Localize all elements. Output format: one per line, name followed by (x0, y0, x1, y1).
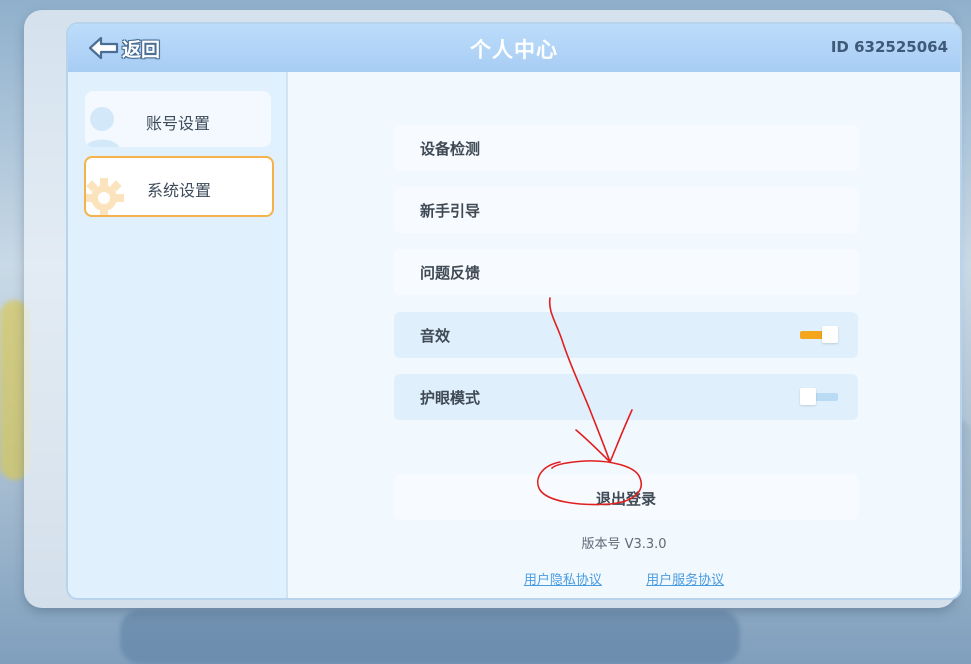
sidebar-item-label: 账号设置 (145, 114, 210, 133)
settings-content: 设备检测 新手引导 问题反馈 音效 护眼模式 退出登录 版本号 V3.3.0 用… (288, 72, 960, 598)
tutorial-row[interactable]: 新手引导 (394, 187, 858, 233)
version-text: 版本号 V3.3.0 (581, 537, 667, 552)
sound-effects-toggle[interactable] (800, 326, 838, 343)
sidebar-item-label: 系统设置 (146, 181, 211, 200)
eye-care-mode-row: 护眼模式 (394, 374, 858, 420)
privacy-policy-link[interactable]: 用户隐私协议 (524, 573, 602, 588)
logout-label: 退出登录 (595, 490, 656, 508)
row-label: 音效 (420, 327, 451, 345)
feedback-row[interactable]: 问题反馈 (394, 249, 858, 295)
device-check-row[interactable]: 设备检测 (394, 125, 858, 171)
background-scenery-bottom (120, 610, 740, 664)
logout-button[interactable]: 退出登录 (394, 474, 858, 520)
agreement-links: 用户隐私协议 用户服务协议 (288, 569, 960, 588)
row-label: 问题反馈 (420, 264, 481, 282)
toggle-knob (822, 326, 838, 343)
personal-center-panel: 返回 个人中心 ID 632525064 账号设置 系统设置 设备检测 新手引导… (66, 22, 962, 600)
sidebar-item-account-settings[interactable]: 账号设置 (85, 91, 271, 147)
toggle-knob (800, 388, 816, 405)
row-label: 设备检测 (420, 140, 481, 158)
page-title: 个人中心 (470, 38, 558, 62)
user-id: ID 632525064 (830, 38, 948, 56)
sidebar-item-system-settings[interactable]: 系统设置 (84, 156, 274, 217)
sound-effects-row: 音效 (394, 312, 858, 358)
sidebar: 账号设置 系统设置 (68, 72, 288, 598)
service-agreement-link[interactable]: 用户服务协议 (646, 573, 724, 588)
eye-care-mode-toggle[interactable] (800, 388, 838, 405)
row-label: 新手引导 (420, 202, 481, 220)
row-label: 护眼模式 (420, 389, 481, 407)
header-bar: 返回 个人中心 ID 632525064 (68, 24, 960, 72)
dialog-frame: 返回 个人中心 ID 632525064 账号设置 系统设置 设备检测 新手引导… (24, 10, 962, 608)
